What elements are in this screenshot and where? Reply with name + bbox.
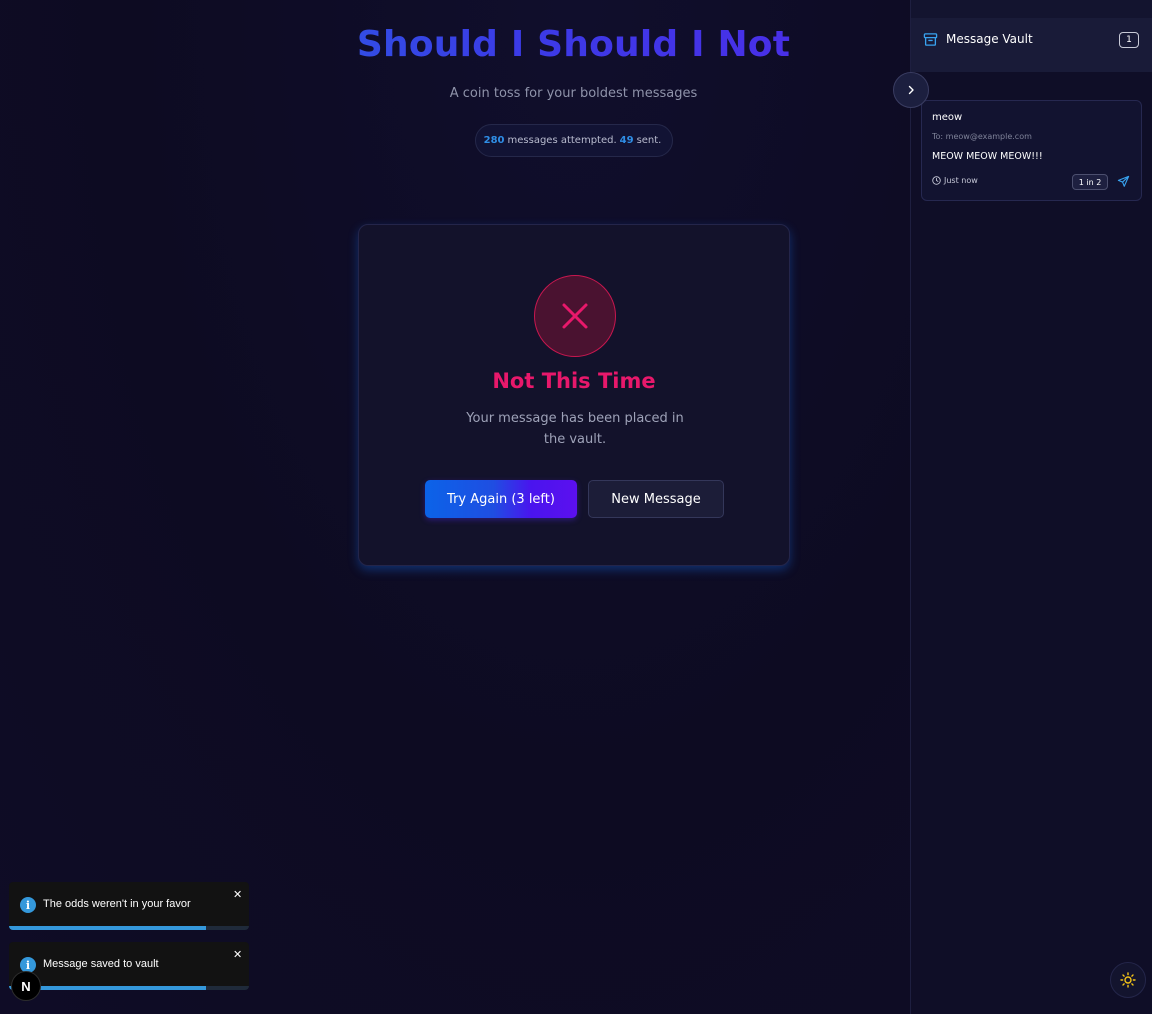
message-time: Just now bbox=[932, 176, 978, 185]
app-page: Should I Should I Not A coin toss for yo… bbox=[0, 0, 1152, 1014]
close-icon[interactable]: ✕ bbox=[233, 888, 242, 901]
result-message: Your message has been placed in the vaul… bbox=[466, 411, 684, 447]
archive-icon bbox=[923, 33, 938, 46]
clock-icon bbox=[932, 176, 941, 185]
sent-count: 49 bbox=[619, 135, 634, 146]
sent-label: sent. bbox=[636, 135, 662, 146]
toast-message: Message saved to vault bbox=[43, 958, 159, 970]
result-title: Not This Time bbox=[492, 369, 656, 393]
x-icon bbox=[562, 303, 588, 329]
vault-sidebar: Message Vault 1 meow To: meow@example.co… bbox=[910, 0, 1152, 1014]
message-odds-badge: 1 in 2 bbox=[1072, 174, 1108, 190]
send-icon[interactable] bbox=[1117, 175, 1130, 188]
message-time-label: Just now bbox=[944, 176, 978, 185]
toast-message: The odds weren't in your favor bbox=[43, 898, 191, 910]
toast-progress-bar bbox=[9, 926, 206, 930]
failure-badge bbox=[534, 275, 616, 357]
sun-icon bbox=[1120, 972, 1136, 988]
message-subject: meow bbox=[932, 112, 963, 123]
toast-saved[interactable]: i Message saved to vault ✕ bbox=[9, 942, 249, 990]
message-body: MEOW MEOW MEOW!!! bbox=[932, 151, 1043, 162]
info-icon: i bbox=[20, 897, 36, 913]
theme-toggle-button[interactable] bbox=[1110, 962, 1146, 998]
dev-tools-badge[interactable]: N bbox=[11, 971, 41, 1001]
new-message-button[interactable]: New Message bbox=[588, 480, 724, 518]
vault-title: Message Vault bbox=[946, 32, 1033, 46]
toast-progress-track bbox=[9, 986, 249, 990]
chevron-right-icon bbox=[908, 85, 914, 95]
sidebar-top-strip bbox=[911, 0, 1152, 18]
toast-odds[interactable]: i The odds weren't in your favor ✕ bbox=[9, 882, 249, 930]
vault-header: Message Vault 1 bbox=[911, 18, 1152, 72]
stats-pill: 280 messages attempted. 49 sent. bbox=[475, 124, 673, 157]
message-recipient: To: meow@example.com bbox=[932, 132, 1032, 141]
close-icon[interactable]: ✕ bbox=[233, 948, 242, 961]
toast-progress-track bbox=[9, 926, 249, 930]
result-card: Not This Time Your message has been plac… bbox=[358, 224, 790, 566]
collapse-sidebar-button[interactable] bbox=[893, 72, 929, 108]
attempted-label: messages attempted. bbox=[507, 135, 617, 146]
vault-message-card[interactable]: meow To: meow@example.com MEOW MEOW MEOW… bbox=[921, 100, 1142, 201]
attempted-count: 280 bbox=[483, 135, 505, 146]
try-again-button[interactable]: Try Again (3 left) bbox=[425, 480, 577, 518]
vault-count-badge: 1 bbox=[1119, 32, 1139, 48]
